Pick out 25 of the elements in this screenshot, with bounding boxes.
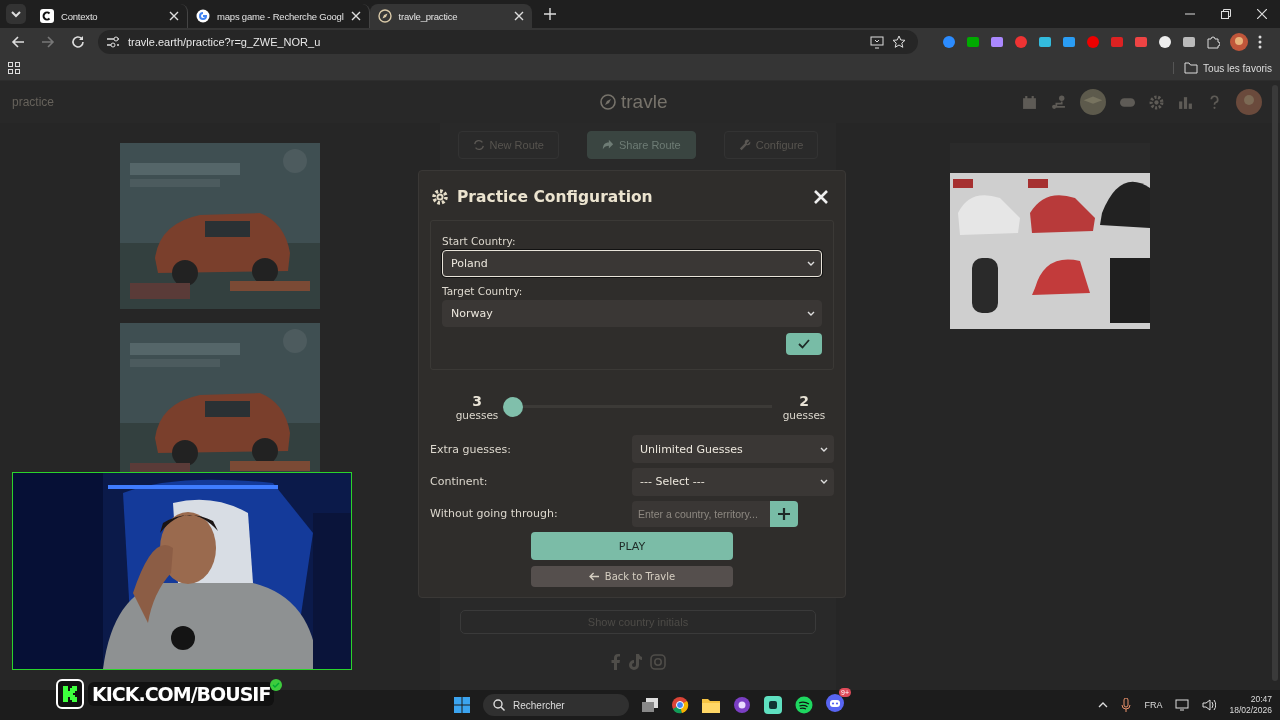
select-field[interactable]: Unlimited Guesses [632,435,834,464]
guess-label: guesses [782,408,826,421]
address-bar[interactable]: travle.earth/practice?r=g_ZWE_NOR_u [98,30,918,54]
guess-count: 2 [799,392,809,409]
option-label: Without going through: [430,507,558,521]
select-field[interactable]: Norway [442,300,822,328]
select-field[interactable]: Poland [442,250,822,278]
play-button[interactable]: PLAY [531,532,733,560]
guess-count: 3 [472,392,482,409]
system-clock[interactable]: 20:47 18/02/2026 [1229,694,1272,716]
language-indicator[interactable]: FRA [1144,700,1163,710]
back-button[interactable]: Back to Travle [531,566,733,587]
option-label: Continent: [430,475,488,489]
channel-name: KICK.COM/BOUSIF [88,682,275,706]
field-label: Start Country: [442,235,517,248]
dialog-title: Practice Configuration [457,187,653,206]
bookmarks-folder[interactable]: Tous les favoris [1173,62,1272,74]
taskbar-search[interactable]: Rechercher [483,694,629,716]
text-field[interactable]: Enter a country, territory... [632,500,770,527]
page-name: practice [12,95,56,109]
field-label: Target Country: [442,285,524,298]
select-field[interactable]: --- Select --- [632,467,834,496]
guess-label: guesses [455,408,499,421]
browser-tab[interactable]: travle_practice [369,4,532,28]
option-label: Extra guesses: [430,442,511,456]
